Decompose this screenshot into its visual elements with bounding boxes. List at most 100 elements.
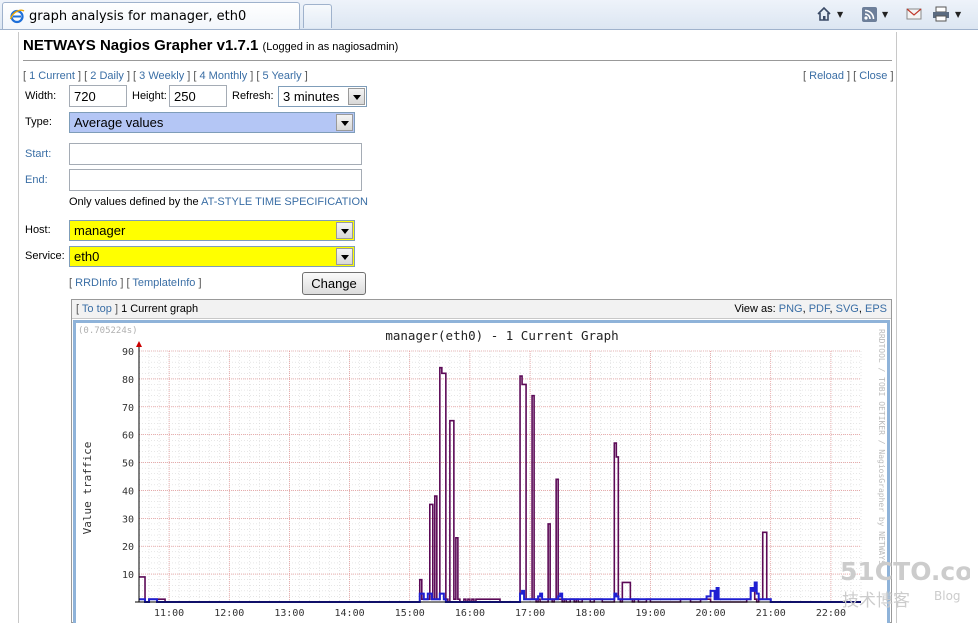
chevron-down-icon[interactable] <box>336 248 353 265</box>
host-select-value: manager <box>74 223 126 238</box>
page-actions: [ Reload ] [ Close ] <box>803 70 894 82</box>
y-tick-label: 80 <box>122 375 134 386</box>
title-divider <box>23 60 892 61</box>
start-label: Start: <box>25 148 52 160</box>
refresh-select-value: 3 minutes <box>283 89 340 104</box>
chevron-down-icon[interactable] <box>336 114 353 131</box>
height-input[interactable]: 250 <box>169 85 227 107</box>
x-tick-label: 14:00 <box>335 608 365 619</box>
x-tick-label: 19:00 <box>635 608 665 619</box>
home-icon <box>817 6 831 21</box>
browser-tab-bar: graph analysis for manager, eth0 ▼ ▼ ▼ <box>0 0 978 30</box>
chevron-down-icon[interactable]: ▼ <box>882 10 888 19</box>
chevron-down-icon[interactable]: ▼ <box>837 10 843 19</box>
period-link-daily[interactable]: 2 Daily <box>90 70 124 82</box>
period-link-monthly[interactable]: 4 Monthly <box>200 70 248 82</box>
x-tick-label: 21:00 <box>756 608 786 619</box>
x-tick-label: 16:00 <box>455 608 485 619</box>
svg-text:技术博客: 技术博客 <box>842 591 910 611</box>
svg-text:Blog: Blog <box>934 589 961 603</box>
type-label: Type: <box>25 116 52 128</box>
printer-icon <box>933 6 949 22</box>
view-as-label: View as: <box>734 303 776 315</box>
x-tick-label: 17:00 <box>515 608 545 619</box>
end-label: End: <box>25 174 48 186</box>
y-tick-label: 40 <box>122 486 134 497</box>
reload-link[interactable]: Reload <box>809 70 844 82</box>
chevron-down-icon[interactable]: ▼ <box>955 10 961 19</box>
x-tick-label: 13:00 <box>274 608 304 619</box>
close-link[interactable]: Close <box>859 70 887 82</box>
service-select-value: eth0 <box>74 249 100 264</box>
rrdinfo-link[interactable]: RRDInfo <box>75 277 117 289</box>
type-select[interactable]: Average values <box>69 112 355 133</box>
chart-timing: (0.705224s) <box>78 326 138 336</box>
to-top-link[interactable]: To top <box>82 303 112 315</box>
host-select[interactable]: manager <box>69 220 355 241</box>
y-tick-label: 90 <box>122 347 134 358</box>
chart-grid <box>138 350 862 603</box>
view-as: View as: PNG, PDF, SVG, EPS <box>734 303 887 315</box>
graph-panel-nav: [ To top ] 1 Current graph <box>76 303 199 315</box>
ie-icon <box>9 9 25 24</box>
y-tick-label: 50 <box>122 459 134 470</box>
service-select[interactable]: eth0 <box>69 246 355 267</box>
y-tick-label: 60 <box>122 431 134 442</box>
period-link-weekly[interactable]: 3 Weekly <box>139 70 184 82</box>
page-frame-right <box>896 32 897 623</box>
width-label: Width: <box>25 90 57 102</box>
svg-text:51CTO.com: 51CTO.com <box>840 557 970 586</box>
chart-title: manager(eth0) - 1 Current Graph <box>385 328 618 343</box>
page-title: NETWAYS Nagios Grapher v1.7.1 (Logged in… <box>23 37 398 54</box>
view-pdf-link[interactable]: PDF <box>809 303 830 315</box>
x-tick-label: 20:00 <box>696 608 726 619</box>
traffic-chart: (0.705224s) manager(eth0) - 1 Current Gr… <box>78 326 886 619</box>
at-style-note: Only values defined by the AT-STYLE TIME… <box>69 196 368 208</box>
x-tick-label: 11:00 <box>154 608 184 619</box>
service-label: Service: <box>25 250 65 262</box>
graph-panel-header: [ To top ] 1 Current graph View as: PNG,… <box>72 300 891 319</box>
y-tick-label: 20 <box>122 542 134 553</box>
period-link-current[interactable]: 1 Current <box>29 70 75 82</box>
y-tick-label: 30 <box>122 514 134 525</box>
feeds-button[interactable]: ▼ <box>862 5 888 23</box>
x-tick-label: 15:00 <box>395 608 425 619</box>
site-watermark: 51CTO.com 技术博客 Blog <box>840 556 978 615</box>
new-tab-button[interactable] <box>303 4 332 28</box>
app-title: NETWAYS Nagios Grapher v1.7.1 <box>23 37 259 54</box>
y-axis-arrow <box>136 341 142 347</box>
end-input[interactable] <box>69 169 362 191</box>
x-tick-label: 18:00 <box>575 608 605 619</box>
login-note: (Logged in as nagiosadmin) <box>262 41 399 53</box>
page-frame-left <box>18 32 19 623</box>
refresh-label: Refresh: <box>232 90 274 102</box>
chart-axes <box>135 341 861 603</box>
rrdtool-credit: RRDTOOL / TOBI OETIKER / NagiosGrapher b… <box>877 329 886 565</box>
tab-title: graph analysis for manager, eth0 <box>29 8 247 24</box>
rss-icon <box>862 6 877 22</box>
change-button[interactable]: Change <box>302 272 366 295</box>
view-eps-link[interactable]: EPS <box>865 303 887 315</box>
view-svg-link[interactable]: SVG <box>836 303 859 315</box>
x-axis-ticks: 11:00 12:00 13:00 14:00 15:00 16:00 17:00 18:00… <box>154 608 846 619</box>
refresh-select[interactable]: 3 minutes <box>278 86 367 107</box>
x-tick-label: 12:00 <box>214 608 244 619</box>
y-tick-label: 70 <box>122 403 134 414</box>
templateinfo-link[interactable]: TemplateInfo <box>132 277 195 289</box>
host-label: Host: <box>25 224 51 236</box>
chevron-down-icon[interactable] <box>336 222 353 239</box>
mail-button[interactable] <box>906 5 922 23</box>
y-tick-label: 10 <box>122 570 134 581</box>
period-link-yearly[interactable]: 5 Yearly <box>262 70 301 82</box>
start-input[interactable] <box>69 143 362 165</box>
chevron-down-icon[interactable] <box>348 88 365 105</box>
period-nav: [ 1 Current ] [ 2 Daily ] [ 3 Weekly ] [… <box>23 70 308 82</box>
browser-tab[interactable]: graph analysis for manager, eth0 <box>2 2 300 29</box>
mail-icon <box>906 8 922 20</box>
info-links: [ RRDInfo ] [ TemplateInfo ] <box>69 277 202 289</box>
home-button[interactable]: ▼ <box>816 5 843 23</box>
view-png-link[interactable]: PNG <box>779 303 803 315</box>
width-input[interactable]: 720 <box>69 85 127 107</box>
at-style-link[interactable]: AT-STYLE TIME SPECIFICATION <box>201 196 368 208</box>
print-button[interactable]: ▼ <box>932 5 961 23</box>
